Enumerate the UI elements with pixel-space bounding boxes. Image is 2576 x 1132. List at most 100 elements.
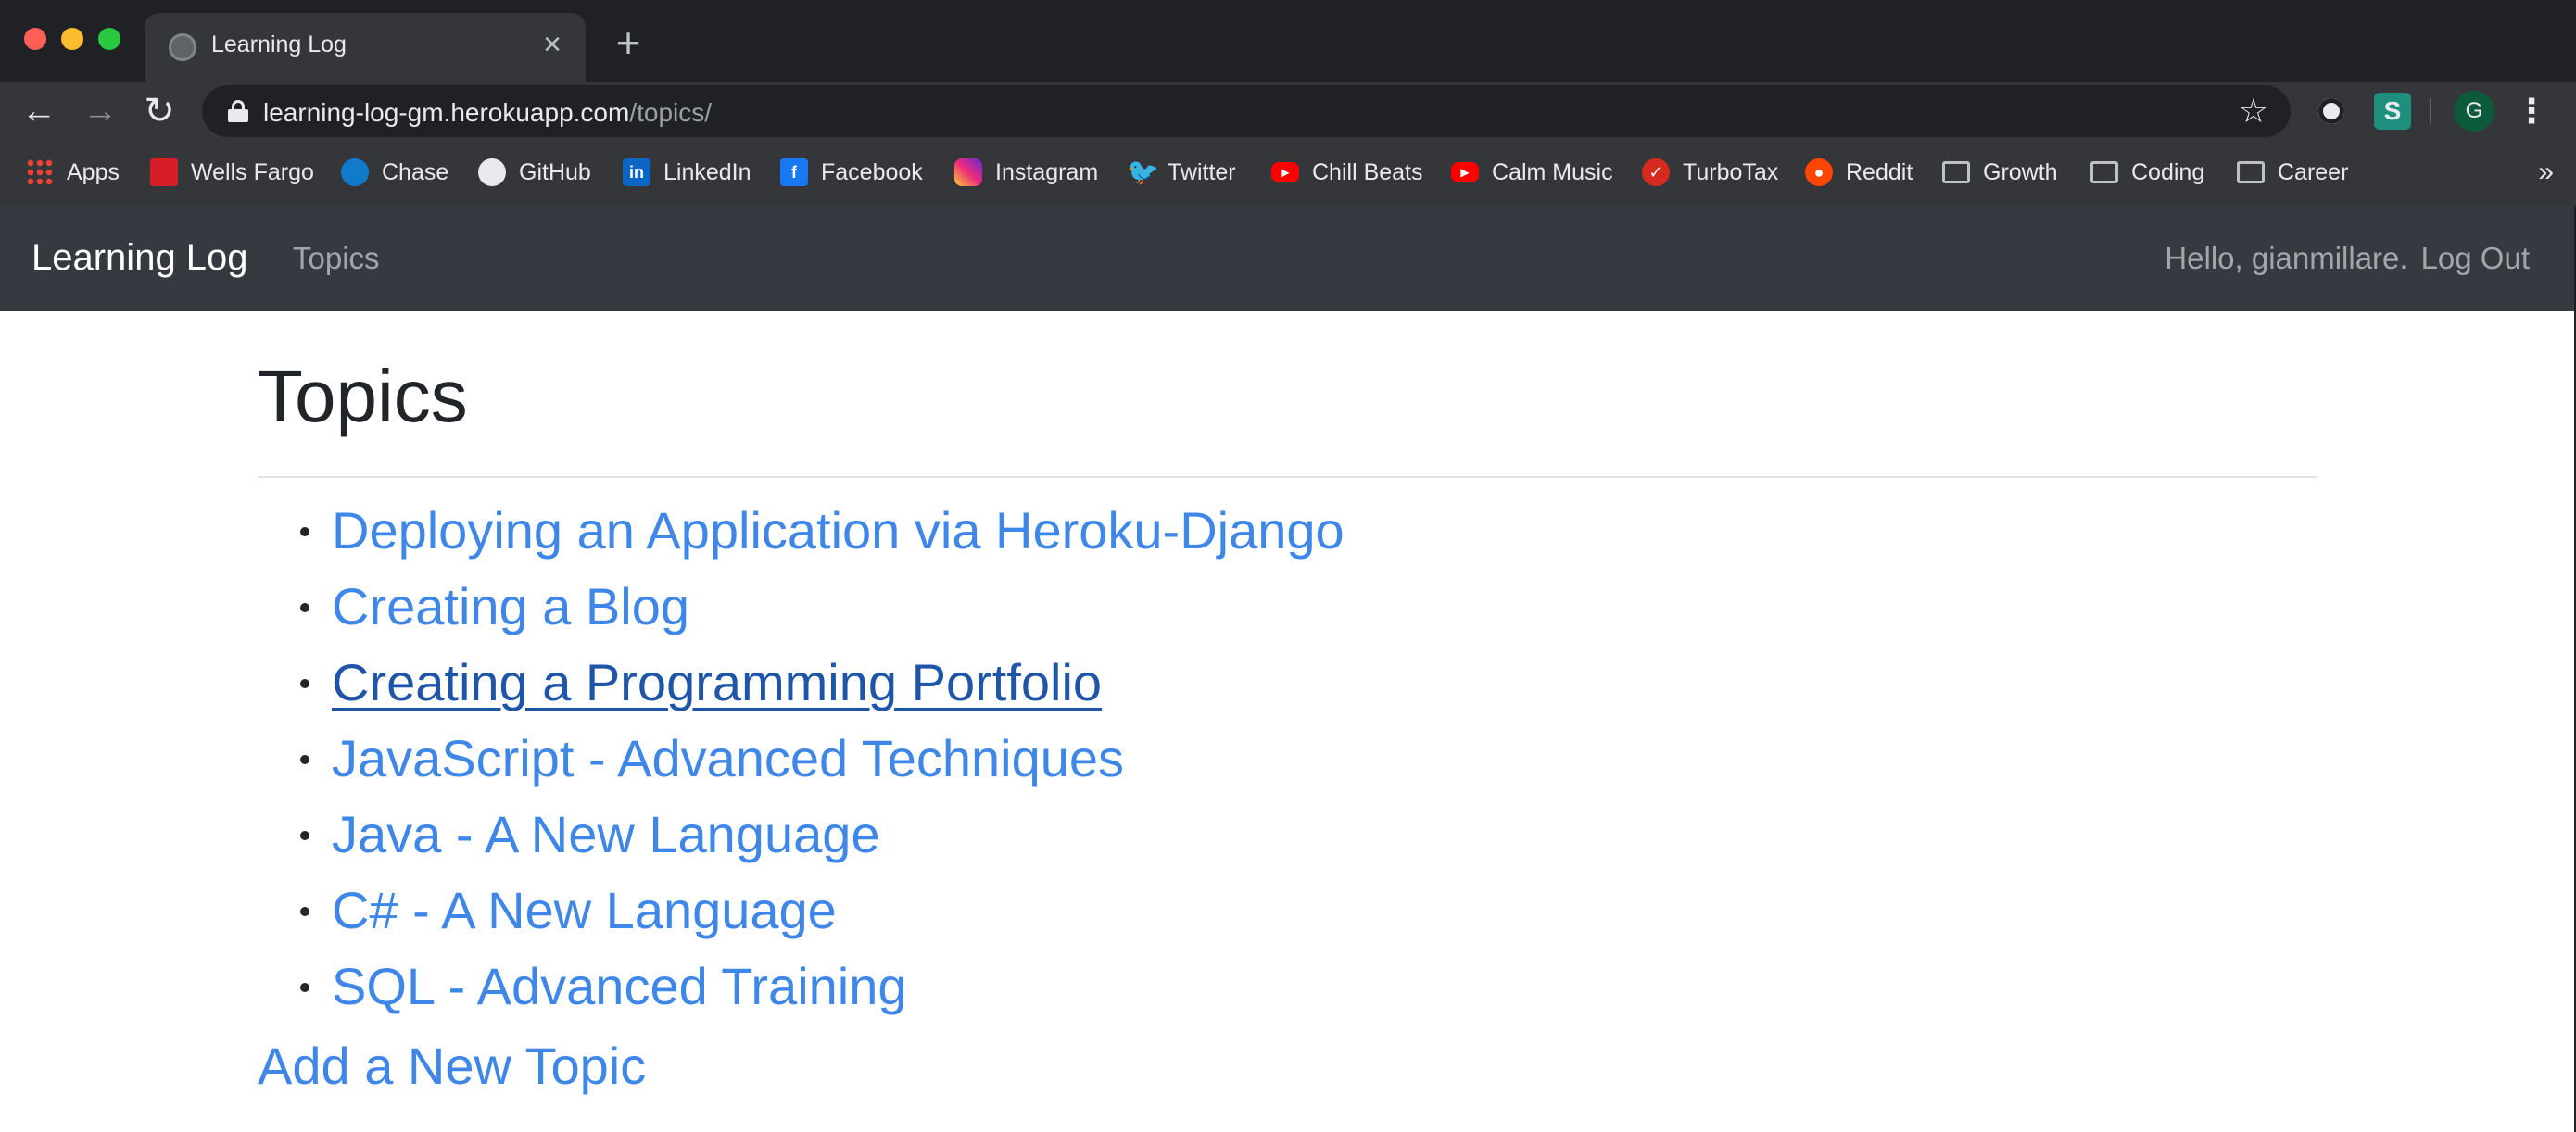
youtube-icon: ▶ xyxy=(1451,162,1479,182)
logout-link[interactable]: Log Out xyxy=(2421,241,2530,275)
more-menu-icon[interactable]: ⋮ xyxy=(2513,89,2550,133)
bookmark-label: Coding xyxy=(2131,158,2205,185)
topic-link-hovered[interactable]: Creating a Programming Portfolio xyxy=(332,653,1102,711)
back-button[interactable]: ← xyxy=(17,89,61,133)
url-path: /topics/ xyxy=(629,98,713,127)
bookmark-reddit[interactable]: ● Reddit xyxy=(1805,154,1913,191)
url-host: learning-log-gm.herokuapp.com xyxy=(263,98,630,127)
globe-icon xyxy=(169,33,196,61)
youtube-icon: ▶ xyxy=(1271,162,1299,182)
bookmark-github[interactable]: GitHub xyxy=(478,154,591,191)
bookmark-label: Wells Fargo xyxy=(191,158,314,185)
greeting-text: Hello, gianmillare. xyxy=(2165,241,2408,275)
list-item: C# - A New Language xyxy=(293,873,1345,949)
browser-tab-active[interactable]: Learning Log × xyxy=(145,13,586,82)
extension-s-icon[interactable]: S xyxy=(2374,93,2411,130)
brand-link[interactable]: Learning Log xyxy=(32,237,248,279)
bookmark-label: Facebook xyxy=(821,158,923,185)
browser-toolbar: ← → ↻ learning-log-gm.herokuapp.com/topi… xyxy=(0,82,2576,141)
bookmark-label: Apps xyxy=(67,158,120,185)
bullet-icon xyxy=(300,679,309,688)
url-text[interactable]: learning-log-gm.herokuapp.com/topics/ xyxy=(263,98,712,128)
bookmark-label: GitHub xyxy=(519,158,591,185)
reddit-icon: ● xyxy=(1805,158,1833,186)
bookmark-folder-growth[interactable]: Growth xyxy=(1942,154,2058,191)
user-nav: Hello, gianmillare. Log Out xyxy=(2165,241,2530,276)
list-item: Deploying an Application via Heroku-Djan… xyxy=(293,493,1345,569)
bookmark-label: Reddit xyxy=(1846,158,1913,185)
bookmark-label: LinkedIn xyxy=(663,158,751,185)
site-navbar: Learning Log Topics Hello, gianmillare. L… xyxy=(0,206,2576,311)
extension-icon[interactable] xyxy=(2313,93,2350,130)
bullet-icon xyxy=(300,907,309,916)
linkedin-icon: in xyxy=(623,158,650,186)
bookmark-label: Career xyxy=(2278,158,2349,185)
topic-list: Deploying an Application via Heroku-Djan… xyxy=(293,493,1345,1025)
bullet-icon xyxy=(300,603,309,612)
topic-link[interactable]: SQL - Advanced Training xyxy=(332,957,907,1015)
bookmark-linkedin[interactable]: in LinkedIn xyxy=(623,154,751,191)
topic-link[interactable]: JavaScript - Advanced Techniques xyxy=(332,729,1124,787)
list-item: SQL - Advanced Training xyxy=(293,949,1345,1025)
close-icon[interactable]: × xyxy=(536,28,569,61)
bookmark-star-icon[interactable]: ☆ xyxy=(2239,93,2268,130)
profile-avatar[interactable]: G xyxy=(2454,91,2494,132)
bookmark-chase[interactable]: Chase xyxy=(341,154,448,191)
bookmark-calm-music[interactable]: ▶ Calm Music xyxy=(1451,154,1613,191)
bookmark-wells-fargo[interactable]: Wells Fargo xyxy=(150,154,314,191)
browser-window: Learning Log × + ← → ↻ learning-log-gm.h… xyxy=(0,0,2576,1132)
twitter-icon: 🐦 xyxy=(1127,157,1159,186)
bookmarks-bar: Apps Wells Fargo Chase GitHub in LinkedI… xyxy=(0,141,2576,206)
page-viewport: Learning Log Topics Hello, gianmillare. L… xyxy=(0,206,2576,1132)
nav-link-topics[interactable]: Topics xyxy=(293,241,380,276)
list-item: Creating a Blog xyxy=(293,569,1345,645)
facebook-icon: f xyxy=(780,158,808,186)
add-topic-link[interactable]: Add a New Topic xyxy=(258,1036,646,1096)
bookmark-apps[interactable]: Apps xyxy=(26,154,120,191)
toolbar-divider xyxy=(2430,98,2431,124)
bullet-icon xyxy=(300,983,309,992)
bookmark-folder-career[interactable]: Career xyxy=(2237,154,2348,191)
lock-icon[interactable] xyxy=(228,100,248,122)
list-item: Java - A New Language xyxy=(293,797,1345,873)
folder-icon xyxy=(2090,161,2118,183)
maximize-window-button[interactable] xyxy=(98,28,120,50)
bookmark-folder-coding[interactable]: Coding xyxy=(2090,154,2204,191)
bookmark-twitter[interactable]: 🐦 Twitter xyxy=(1127,154,1236,191)
bookmark-label: Calm Music xyxy=(1492,158,1613,185)
tab-strip: Learning Log × + xyxy=(0,0,2576,82)
page-title: Topics xyxy=(258,355,468,437)
github-icon xyxy=(478,158,506,186)
bookmark-instagram[interactable]: Instagram xyxy=(954,154,1098,191)
topic-link[interactable]: C# - A New Language xyxy=(332,881,837,939)
address-bar[interactable]: learning-log-gm.herokuapp.com/topics/ ☆ xyxy=(202,85,2291,137)
bookmark-label: Growth xyxy=(1983,158,2058,185)
bookmarks-overflow-button[interactable]: » xyxy=(2538,156,2554,189)
bookmark-label: Instagram xyxy=(995,158,1099,185)
reload-button[interactable]: ↻ xyxy=(137,89,182,133)
topic-link[interactable]: Deploying an Application via Heroku-Djan… xyxy=(332,501,1345,560)
bookmark-facebook[interactable]: f Facebook xyxy=(780,154,923,191)
minimize-window-button[interactable] xyxy=(61,28,83,50)
heading-divider xyxy=(258,476,2317,478)
bookmark-label: Chill Beats xyxy=(1312,158,1423,185)
bookmark-label: Chase xyxy=(382,158,449,185)
bookmark-label: Twitter xyxy=(1168,158,1236,185)
bookmark-turbotax[interactable]: ✓ TurboTax xyxy=(1642,154,1778,191)
list-item: JavaScript - Advanced Techniques xyxy=(293,721,1345,797)
close-window-button[interactable] xyxy=(24,28,46,50)
forward-button[interactable]: → xyxy=(78,89,122,133)
new-tab-button[interactable]: + xyxy=(608,21,649,65)
bookmark-chill-beats[interactable]: ▶ Chill Beats xyxy=(1271,154,1423,191)
bullet-icon xyxy=(300,831,309,840)
tab-title: Learning Log xyxy=(211,31,347,57)
turbotax-icon: ✓ xyxy=(1642,158,1670,186)
topic-link[interactable]: Creating a Blog xyxy=(332,577,689,635)
folder-icon xyxy=(2237,161,2265,183)
wells-fargo-icon xyxy=(150,158,178,186)
bullet-icon xyxy=(300,527,309,536)
instagram-icon xyxy=(954,158,982,186)
apps-grid-icon xyxy=(26,158,54,186)
bookmark-label: TurboTax xyxy=(1683,158,1779,185)
topic-link[interactable]: Java - A New Language xyxy=(332,805,880,863)
